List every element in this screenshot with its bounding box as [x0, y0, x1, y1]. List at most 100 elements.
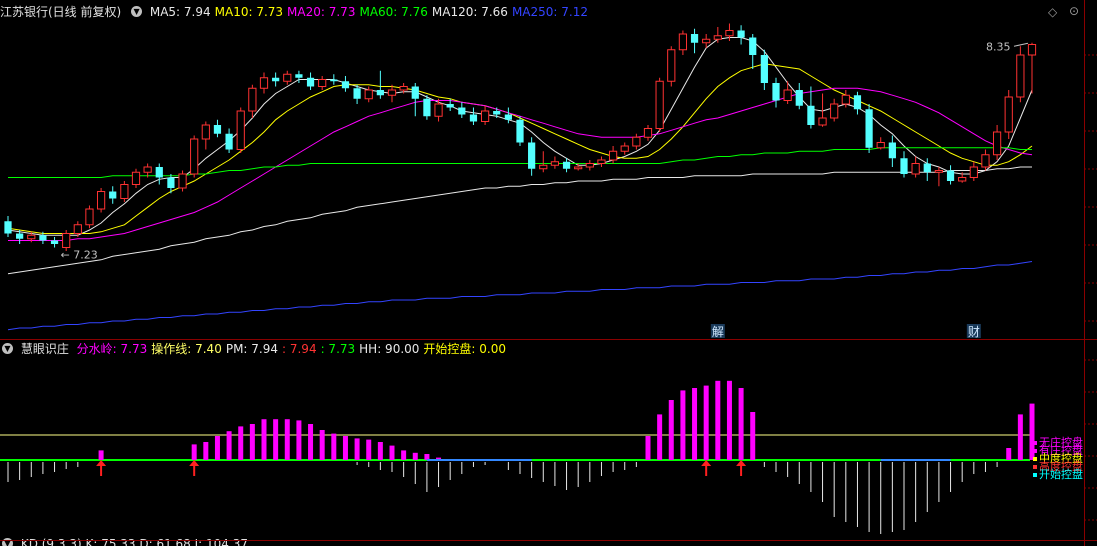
indicator-bar [645, 436, 651, 460]
indicator-bar [389, 445, 395, 460]
indicator-bar [273, 419, 279, 460]
indicator-bar [401, 450, 407, 460]
indicator-bar [331, 433, 337, 460]
candle-body [539, 164, 548, 170]
candle-body [958, 177, 967, 182]
candle-body [423, 98, 431, 117]
candle-body [888, 142, 896, 159]
candle-body [364, 89, 373, 100]
candle-body [155, 167, 163, 178]
indicator-bar [191, 444, 197, 460]
high-annotation-arrow [1013, 42, 1029, 47]
candle-body [562, 161, 571, 169]
candle-body [131, 171, 141, 185]
indicator-bar [319, 430, 325, 460]
candle-body [109, 191, 117, 199]
candle-body [306, 77, 315, 87]
candle-body [283, 73, 292, 82]
candle-body [865, 109, 873, 148]
indicator-bar [726, 380, 732, 460]
candle-body [167, 177, 175, 188]
candle-body [608, 150, 618, 161]
candle-body [841, 94, 850, 105]
panel-divider-bottom [0, 540, 1097, 541]
candle-body [341, 81, 350, 89]
candle-body [446, 104, 454, 108]
chart-canvas[interactable]: 8.35 ← 7.23 解 财 [0, 0, 1097, 546]
indicator-bar [692, 388, 698, 460]
indicator-bar [342, 436, 348, 460]
ma-line-ma20 [8, 87, 1033, 241]
candle-body [853, 95, 862, 110]
indicator-bar [377, 442, 383, 460]
candle-body [911, 163, 920, 175]
indicator-bar [354, 438, 360, 460]
indicator-bar [412, 452, 418, 460]
candle-body [39, 235, 47, 241]
legend-swatch [1033, 473, 1037, 477]
indicator-bar [1017, 414, 1023, 460]
indicator-bar [1006, 448, 1012, 460]
indicator-bar [366, 439, 372, 460]
candle-body [458, 107, 466, 115]
candle-body [713, 35, 722, 40]
candle-body [772, 83, 780, 101]
candle-body [749, 37, 757, 55]
candle-body [1016, 54, 1025, 98]
indicator-bar [657, 414, 663, 460]
indicator-bar [296, 420, 302, 460]
indicator-bar [750, 412, 756, 460]
indicator-bar [98, 450, 104, 460]
indicator-bar [738, 388, 744, 460]
indicator-bar [308, 424, 314, 460]
candle-body [725, 30, 734, 37]
candle-body [330, 79, 338, 82]
indicator-legend-item: 开始控盘 [1033, 469, 1083, 480]
candle-body [585, 163, 594, 168]
candle-body [969, 166, 978, 178]
ma-line-ma10 [7, 63, 1033, 234]
candle-body [120, 184, 129, 199]
candle-body [295, 74, 303, 78]
low-annotation: ← 7.23 [61, 248, 98, 261]
candle-body [900, 158, 908, 174]
indicator-bar [261, 419, 267, 460]
candle-body [516, 119, 524, 143]
candle-body [318, 79, 327, 87]
candle-body [387, 89, 397, 96]
ma-line-ma120 [7, 166, 1032, 275]
candle-body [190, 138, 199, 175]
ma-line-ma250 [7, 261, 1033, 331]
candle-body [934, 170, 944, 173]
candle-body [574, 166, 583, 170]
event-label: 财 [968, 325, 980, 339]
candle-body [678, 33, 688, 51]
candle-body [143, 166, 152, 173]
indicator-bar [284, 419, 290, 460]
candle-body [4, 221, 12, 234]
candle-body [1004, 96, 1013, 133]
candle-body [597, 159, 606, 164]
candle-body [783, 89, 792, 101]
candle-body [236, 110, 245, 150]
indicator-bar [680, 390, 686, 460]
candle-body [992, 131, 1002, 156]
candle-body [16, 233, 24, 239]
candle-body [830, 103, 839, 119]
candle-body [469, 114, 478, 122]
candle-body [737, 30, 745, 38]
candle-body [73, 224, 82, 234]
right-axis-line [1084, 0, 1085, 546]
candle-body [504, 114, 512, 120]
candle-body [620, 145, 629, 152]
candle-body [795, 90, 803, 106]
indicator-bar [668, 400, 674, 460]
candle-body [480, 110, 490, 122]
candle-body [807, 105, 815, 125]
candle-body [643, 128, 653, 138]
candle-body [655, 80, 664, 129]
candle-body [434, 103, 443, 117]
indicator-bar [214, 436, 220, 460]
candle-body [981, 154, 990, 168]
candle-body [225, 133, 233, 150]
